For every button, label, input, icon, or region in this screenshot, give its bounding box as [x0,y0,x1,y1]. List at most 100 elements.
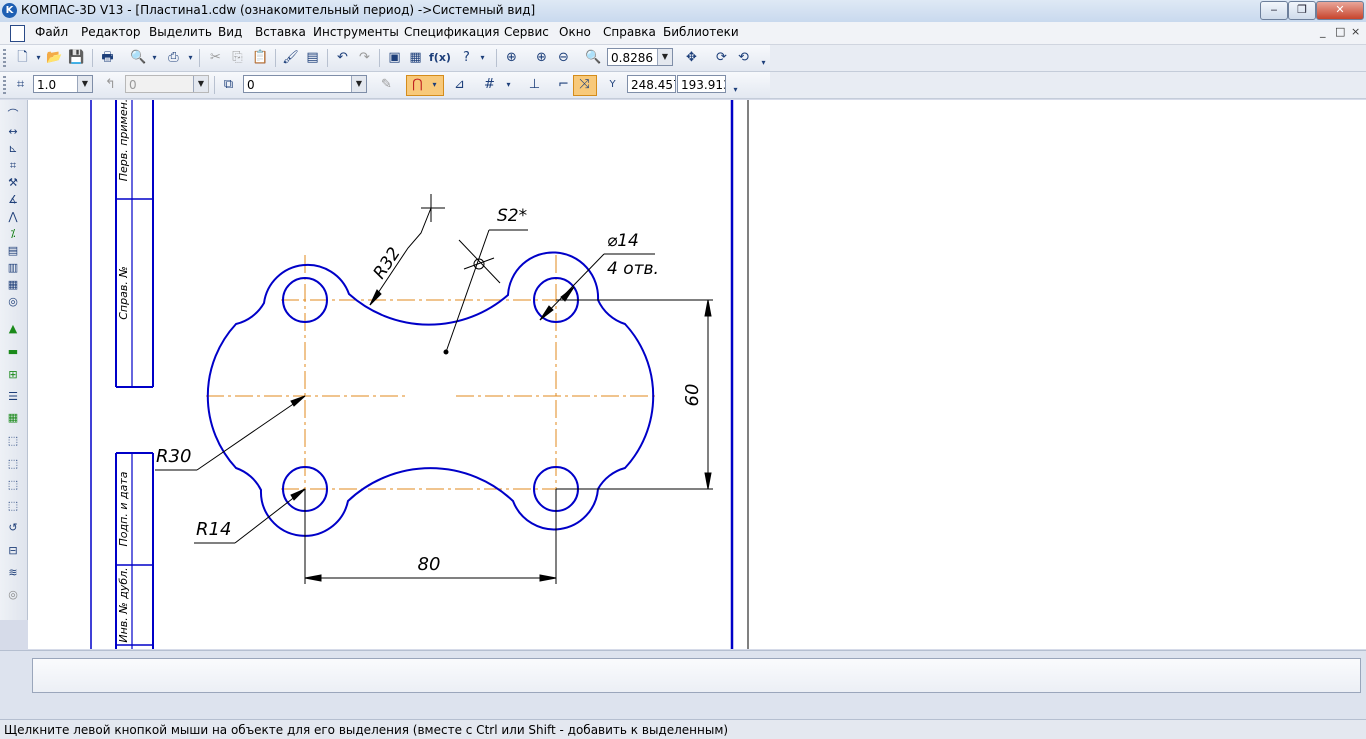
manager-icon[interactable]: ▣ [386,49,403,66]
chevron-down-icon[interactable]: ▼ [193,76,208,92]
local-cs-icon[interactable]: ⊿ [451,76,468,93]
param-mode-button[interactable]: ⤨ [573,75,597,96]
copy-icon[interactable]: ⎘ [229,49,246,66]
chevron-down-icon[interactable]: ▾ [474,49,491,66]
parametrization-icon[interactable]: ⚒ [5,176,21,190]
tool-i-icon[interactable]: ⬚ [5,499,21,513]
tool-j-icon[interactable]: ⊟ [5,544,21,558]
select-icon[interactable]: ⋀ [5,210,21,224]
page-setup-icon[interactable]: ⎙ [165,49,182,66]
properties-icon[interactable]: ▤ [304,49,321,66]
format-brush-icon[interactable]: 🖌 [282,49,299,66]
reports-icon[interactable]: ▤ [5,244,21,258]
undo-icon[interactable]: ↶ [334,49,351,66]
tool-l-icon[interactable]: ◎ [5,588,21,602]
chevron-down-icon[interactable]: ▾ [146,49,163,66]
tool-a-icon[interactable]: ▲ [5,322,21,336]
menu-libraries[interactable]: Библиотеки [663,25,739,39]
tool-k-icon[interactable]: ≋ [5,566,21,580]
r32-dimension[interactable] [369,194,445,306]
layer-combo[interactable]: 0 ▼ [243,75,367,93]
spec-icon[interactable]: ⁒ [5,227,21,241]
menu-file[interactable]: Файл [35,25,68,39]
redo-icon[interactable]: ↷ [356,49,373,66]
layers-icon[interactable]: ▦ [407,49,424,66]
zoom-combo[interactable]: 0.8286 ▼ [607,48,673,66]
scale-combo[interactable]: 1.0 ▼ [33,75,93,93]
kompas-app-icon[interactable]: K [2,3,17,18]
menu-select[interactable]: Выделить [149,25,212,39]
drawing-canvas[interactable]: Перв. примен. Справ. № Подп. и дата Инв.… [28,100,1366,649]
menu-insert[interactable]: Вставка [255,25,306,39]
menu-edit[interactable]: Редактор [81,25,140,39]
plate-contour[interactable] [206,251,655,537]
toolbar-grip[interactable] [3,49,6,67]
style-brush-icon[interactable]: ✎ [378,76,395,93]
pan-icon[interactable]: ✥ [683,49,700,66]
ortho-icon[interactable]: ⊥ [526,76,543,93]
library-icon[interactable]: ◎ [5,295,21,309]
insert-icon[interactable]: ▥ [5,261,21,275]
restore-button[interactable]: ❐ [1288,1,1316,20]
menu-help[interactable]: Справка [603,25,656,39]
dimensions-icon[interactable]: ↔ [5,125,21,139]
tool-g-icon[interactable]: ⬚ [5,457,21,471]
thickness-leader[interactable] [443,229,528,355]
angle-combo[interactable]: 0 ▼ [125,75,209,93]
grid-icon[interactable]: # [481,76,498,93]
coord-x-field[interactable]: 248.457 [627,75,676,93]
coord-y-field[interactable]: 193.913 [677,75,726,93]
zoom-scale-icon[interactable]: 🔍 [585,49,602,66]
open-folder-icon[interactable]: 📂 [46,49,63,66]
measure-icon[interactable]: ∡ [5,193,21,207]
editing-icon[interactable]: ⌗ [5,159,21,173]
menu-view[interactable]: Вид [218,25,242,39]
paste-icon[interactable]: 📋 [252,49,269,66]
drawing-svg[interactable]: Перв. примен. Справ. № Подп. и дата Инв.… [28,100,1366,649]
formula-icon[interactable]: f(x) [429,49,451,66]
cut-icon[interactable]: ✂ [207,49,224,66]
snap-grid-icon[interactable]: ⌗ [12,76,29,93]
layer-icon[interactable]: ⧉ [220,76,237,93]
tool-c-icon[interactable]: ⊞ [5,368,21,382]
doc-restore-button[interactable]: □ [1335,25,1345,38]
minimize-button[interactable]: ‒ [1260,1,1288,20]
document-icon[interactable] [10,25,25,42]
rebuild-icon[interactable]: ⟲ [735,49,752,66]
toolbar-grip[interactable] [3,76,6,94]
toolbar-options-icon[interactable]: ▾ [727,81,744,98]
preview-icon[interactable]: 🔍 [130,49,147,66]
refresh-icon[interactable]: ⟳ [713,49,730,66]
zoom-window-icon[interactable]: ⊕ [503,49,520,66]
rotate-icon[interactable]: ↺ [5,521,21,535]
chevron-down-icon[interactable]: ▼ [77,76,92,92]
chevron-down-icon[interactable]: ▾ [30,49,47,66]
doc-close-button[interactable]: × [1351,25,1360,38]
tool-d-icon[interactable]: ☰ [5,390,21,404]
zoom-in-icon[interactable]: ⊕ [533,49,550,66]
snap-toggle-button[interactable]: ⋂ ▾ [406,75,444,96]
save-icon[interactable]: 💾 [68,49,85,66]
tool-h-icon[interactable]: ⬚ [5,478,21,492]
tool-f-icon[interactable]: ⬚ [5,434,21,448]
chevron-down-icon[interactable]: ▾ [182,49,199,66]
round-icon[interactable]: ⌐ [555,76,572,93]
doc-minimize-button[interactable]: _ [1320,25,1326,38]
chevron-down-icon[interactable]: ▾ [500,76,517,93]
chevron-down-icon[interactable]: ▼ [351,76,366,92]
new-file-icon[interactable]: 🗋 [14,49,31,66]
zoom-out-icon[interactable]: ⊖ [555,49,572,66]
tool-b-icon[interactable]: ▬ [5,345,21,359]
menu-specification[interactable]: Спецификация [404,25,499,39]
print-icon[interactable]: 🖶 [99,49,116,66]
property-bar[interactable] [32,658,1361,693]
designations-icon[interactable]: ⊾ [5,142,21,156]
menu-service[interactable]: Сервис [504,25,549,39]
view-icon[interactable]: ▦ [5,278,21,292]
angle-icon[interactable]: ↰ [102,76,119,93]
geometry-icon[interactable]: ⌒ [5,108,21,122]
menu-window[interactable]: Окно [559,25,591,39]
chevron-down-icon[interactable]: ▼ [657,49,672,65]
help-cursor-icon[interactable]: ? [458,49,475,66]
menu-tools[interactable]: Инструменты [313,25,399,39]
